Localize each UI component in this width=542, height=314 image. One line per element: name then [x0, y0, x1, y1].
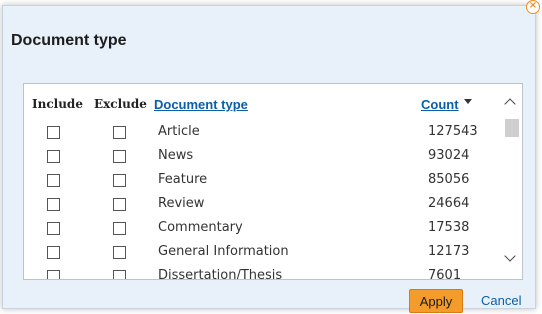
include-checkbox[interactable] — [47, 174, 60, 187]
sort-down-icon[interactable] — [464, 99, 472, 104]
list-item: Dissertation/Thesis 7601 — [24, 266, 502, 280]
list-item: Article 127543 — [24, 122, 502, 146]
include-checkbox[interactable] — [47, 222, 60, 235]
document-type-label: Dissertation/Thesis — [158, 268, 283, 280]
include-checkbox[interactable] — [47, 126, 60, 139]
list-scrollbar[interactable] — [503, 84, 521, 279]
list-item: News 93024 — [24, 146, 502, 170]
dialog-title: Document type — [11, 32, 127, 49]
document-type-label: Feature — [158, 172, 208, 187]
list-item: Commentary 17538 — [24, 218, 502, 242]
document-type-label: News — [158, 148, 194, 163]
count-sort-link[interactable]: Count — [421, 97, 459, 112]
list-item: General Information 12173 — [24, 242, 502, 266]
table-header: Include Exclude Document type Count — [24, 84, 522, 120]
include-checkbox[interactable] — [47, 198, 60, 211]
exclude-checkbox[interactable] — [113, 222, 126, 235]
document-type-list-panel: Include Exclude Document type Count Arti… — [23, 83, 523, 280]
document-type-label: Article — [158, 124, 200, 139]
document-type-label: General Information — [158, 244, 289, 259]
list-item: Review 24664 — [24, 194, 502, 218]
document-count: 85056 — [428, 172, 470, 187]
include-checkbox[interactable] — [47, 246, 60, 259]
document-type-dialog: Document type Include Exclude Document t… — [2, 5, 536, 313]
document-type-sort-link[interactable]: Document type — [154, 97, 248, 112]
exclude-checkbox[interactable] — [113, 126, 126, 139]
scrollbar-thumb[interactable] — [505, 119, 519, 137]
close-circle-icon[interactable]: × — [526, 0, 540, 14]
scroll-up-icon[interactable] — [504, 98, 516, 110]
document-type-label: Review — [158, 196, 205, 211]
document-count: 127543 — [428, 124, 478, 139]
scroll-down-icon[interactable] — [504, 250, 516, 262]
exclude-checkbox[interactable] — [113, 174, 126, 187]
document-count: 93024 — [428, 148, 470, 163]
cancel-link[interactable]: Cancel — [481, 293, 521, 308]
exclude-checkbox[interactable] — [113, 150, 126, 163]
document-count: 24664 — [428, 196, 470, 211]
document-count: 7601 — [428, 268, 462, 280]
exclude-checkbox[interactable] — [113, 246, 126, 259]
apply-button[interactable]: Apply — [409, 289, 463, 313]
document-type-label: Commentary — [158, 220, 243, 235]
include-header: Include — [32, 97, 83, 111]
document-count: 17538 — [428, 220, 470, 235]
include-checkbox[interactable] — [47, 270, 60, 279]
list-item: Feature 85056 — [24, 170, 502, 194]
document-count: 12173 — [428, 244, 470, 259]
exclude-checkbox[interactable] — [113, 270, 126, 279]
exclude-header: Exclude — [94, 97, 147, 111]
exclude-checkbox[interactable] — [113, 198, 126, 211]
include-checkbox[interactable] — [47, 150, 60, 163]
